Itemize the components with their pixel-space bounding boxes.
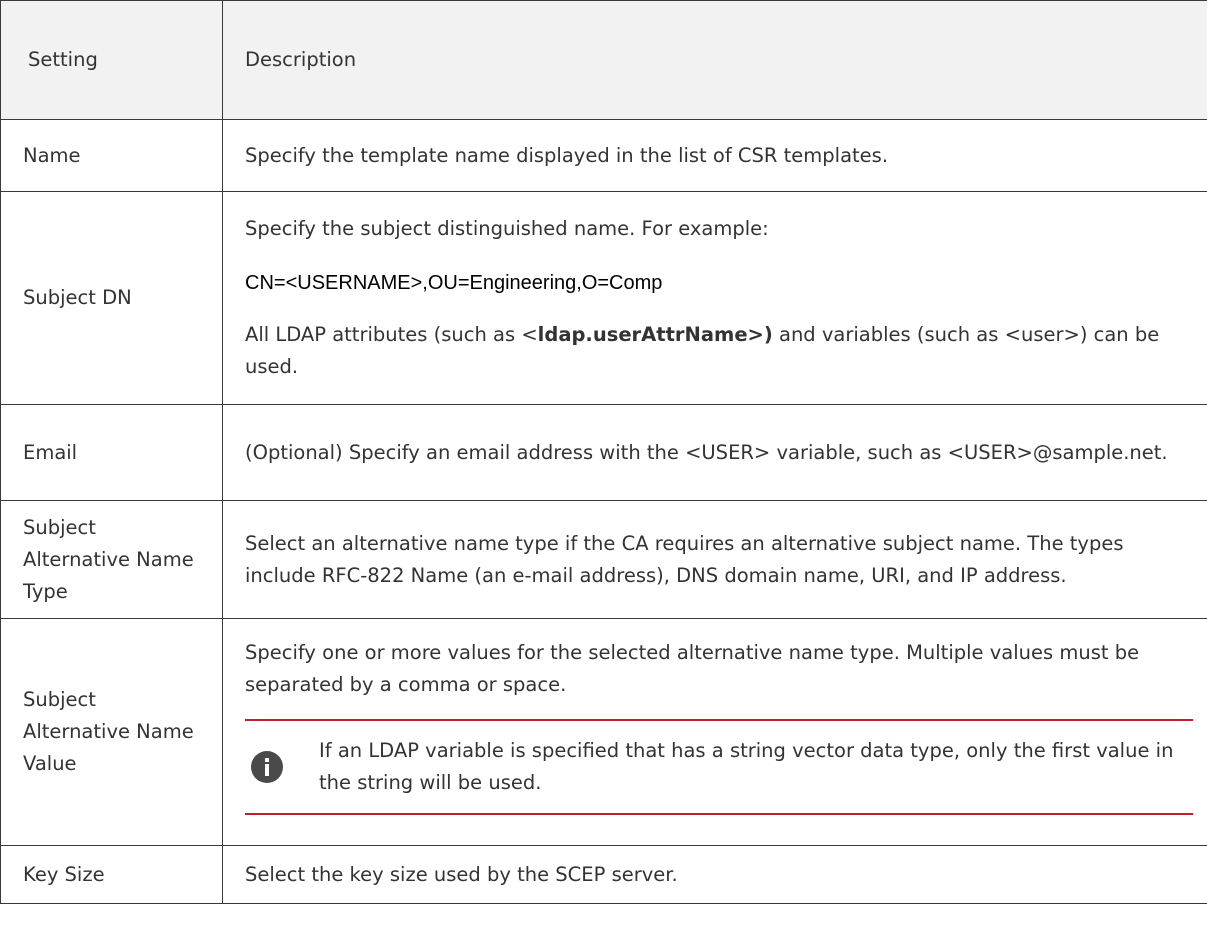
- setting-description: Specify the subject distinguished name. …: [245, 217, 769, 240]
- subject-dn-example: CN=<USERNAME>,OU=Engineering,O=Comp: [245, 272, 663, 294]
- table-row: Key Size Select the key size used by the…: [0, 845, 1207, 904]
- ldap-text-pre: All LDAP attributes (such as <: [245, 323, 538, 346]
- setting-description: Specify the template name displayed in t…: [222, 119, 1207, 192]
- settings-table: Setting Description Name Specify the tem…: [0, 0, 1207, 904]
- setting-description-cell: Specify the subject distinguished name. …: [222, 191, 1207, 405]
- setting-description: Select an alternative name type if the C…: [222, 500, 1207, 619]
- setting-description-cell: Specify one or more values for the selec…: [222, 618, 1207, 846]
- table-row: Email (Optional) Specify an email addres…: [0, 404, 1207, 501]
- table-row: Subject Alternative Name Value Specify o…: [0, 618, 1207, 846]
- info-icon: [251, 750, 283, 783]
- setting-description: Select the key size used by the SCEP ser…: [222, 845, 1207, 904]
- table-row: Subject DN Specify the subject distingui…: [0, 191, 1207, 405]
- setting-name: Subject Alternative Name Value: [0, 618, 223, 846]
- setting-description: (Optional) Specify an email address with…: [222, 404, 1207, 501]
- header-description: Description: [222, 0, 1207, 120]
- ldap-attr-name: ldap.userAttrName>): [537, 323, 773, 346]
- table-row: Subject Alternative Name Type Select an …: [0, 500, 1207, 619]
- header-setting: Setting: [0, 0, 223, 120]
- setting-name: Subject DN: [0, 191, 223, 405]
- setting-name: Name: [0, 119, 223, 192]
- info-note: If an LDAP variable is specified that ha…: [245, 718, 1193, 815]
- setting-name: Subject Alternative Name Type: [0, 500, 223, 619]
- table-row: Name Specify the template name displayed…: [0, 119, 1207, 192]
- note-text: If an LDAP variable is specified that ha…: [319, 738, 1174, 794]
- table-header-row: Setting Description: [0, 0, 1207, 120]
- setting-description-ldap: All LDAP attributes (such as <ldap.userA…: [245, 319, 1193, 383]
- setting-description: Specify one or more values for the selec…: [245, 640, 1140, 696]
- setting-name: Email: [0, 404, 223, 501]
- setting-name: Key Size: [0, 845, 223, 904]
